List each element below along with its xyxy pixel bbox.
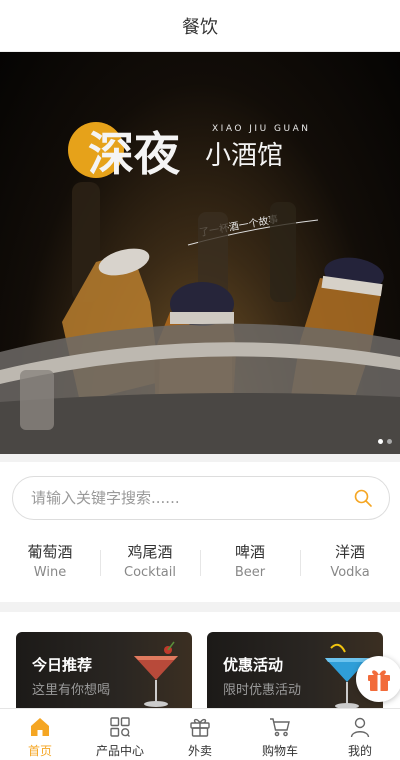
- search-icon[interactable]: [353, 488, 373, 508]
- category-cocktail[interactable]: 鸡尾酒 Cocktail: [100, 542, 200, 586]
- search-box: [12, 476, 390, 520]
- promo-card-recommend[interactable]: 今日推荐 这里有你想喝: [16, 632, 192, 708]
- tab-home[interactable]: 首页: [0, 709, 80, 760]
- tab-products[interactable]: 产品中心: [80, 709, 160, 760]
- grid-icon: [109, 716, 131, 738]
- category-sublabel: Beer: [234, 565, 266, 580]
- banner-subhead: 小酒馆: [205, 141, 283, 171]
- tab-mine[interactable]: 我的: [320, 709, 400, 760]
- promo-section: 今日推荐 这里有你想喝 优惠活动 限时优惠活动: [0, 612, 400, 708]
- search-input[interactable]: [31, 489, 353, 507]
- category-label: 葡萄酒: [27, 543, 73, 561]
- category-beer[interactable]: 啤酒 Beer: [200, 542, 300, 586]
- category-sublabel: Wine: [33, 565, 67, 580]
- category-sublabel: Vodka: [330, 565, 370, 580]
- cocktail-glass-icon: [134, 641, 178, 707]
- tab-label: 首页: [27, 744, 52, 758]
- tab-cart[interactable]: 购物车: [240, 709, 320, 760]
- category-sublabel: Cocktail: [124, 565, 176, 580]
- tab-takeout[interactable]: 外卖: [160, 709, 240, 760]
- page-title: 餐饮: [182, 16, 218, 38]
- banner-pinyin: XIAO JIU GUAN: [212, 124, 310, 134]
- top-bar: 餐饮: [0, 0, 400, 52]
- category-nav: 葡萄酒 Wine 鸡尾酒 Cocktail 啤酒 Beer 洋酒 Vodka: [0, 542, 400, 586]
- gift-box-icon: [189, 716, 211, 738]
- bottom-tab-bar: 首页 产品中心 外卖 购物车 我的: [0, 708, 400, 760]
- promo-subtitle: 限时优惠活动: [223, 683, 302, 698]
- promo-title: 今日推荐: [32, 656, 93, 674]
- banner-carousel[interactable]: 深夜 小酒馆 XIAO JIU GUAN 了一杯酒一个故事: [0, 52, 400, 454]
- cart-icon: [269, 716, 291, 738]
- tab-label: 购物车: [261, 744, 298, 758]
- promo-title: 优惠活动: [223, 656, 284, 674]
- tab-label: 我的: [347, 744, 372, 758]
- category-vodka[interactable]: 洋酒 Vodka: [300, 542, 400, 586]
- tab-label: 外卖: [187, 744, 212, 758]
- category-label: 鸡尾酒: [127, 543, 173, 561]
- gift-button[interactable]: [356, 656, 400, 702]
- category-label: 啤酒: [234, 543, 265, 561]
- user-icon: [349, 716, 371, 738]
- carousel-dots: [378, 439, 392, 444]
- carousel-dot-active[interactable]: [378, 439, 383, 444]
- tab-label: 产品中心: [95, 744, 144, 758]
- banner-headline: 深夜: [88, 127, 181, 181]
- promo-subtitle: 这里有你想喝: [32, 683, 111, 698]
- category-wine[interactable]: 葡萄酒 Wine: [0, 542, 100, 586]
- category-label: 洋酒: [334, 543, 365, 561]
- gift-icon: [368, 670, 390, 691]
- search-section: 葡萄酒 Wine 鸡尾酒 Cocktail 啤酒 Beer 洋酒 Vodka: [0, 462, 400, 602]
- banner-image: 深夜 小酒馆 XIAO JIU GUAN 了一杯酒一个故事: [0, 122, 400, 454]
- home-icon: [29, 716, 51, 738]
- carousel-dot[interactable]: [387, 439, 392, 444]
